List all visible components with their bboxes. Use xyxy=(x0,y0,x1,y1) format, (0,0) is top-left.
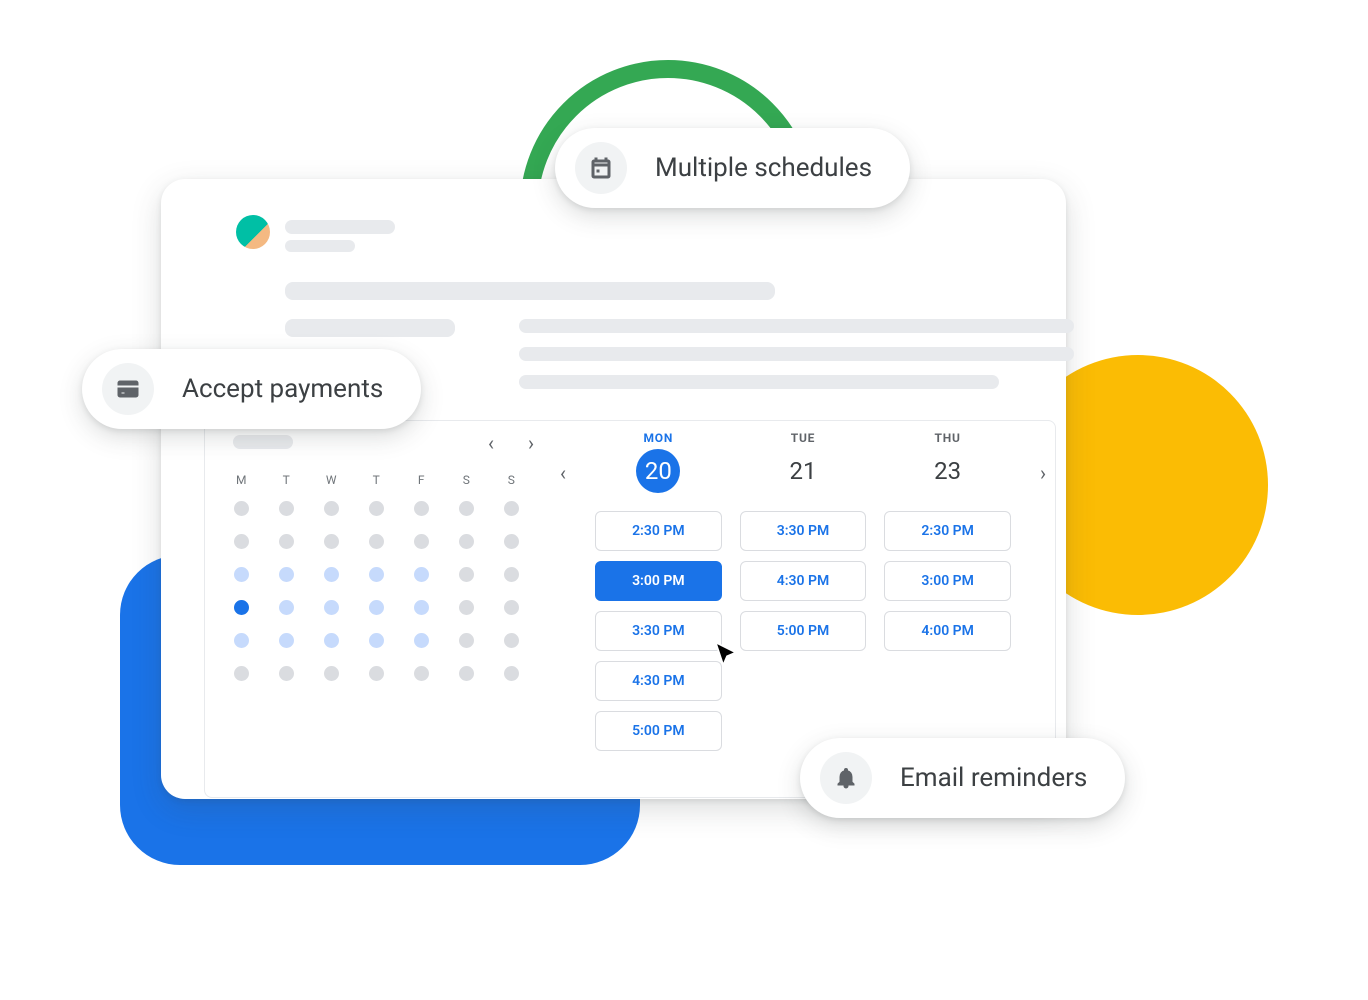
feature-chip-reminders: Email reminders xyxy=(800,738,1125,818)
weekday-label: S xyxy=(489,473,534,487)
placeholder-text xyxy=(285,319,455,337)
calendar-day-dot[interactable] xyxy=(279,534,294,549)
calendar-day-dot[interactable] xyxy=(459,501,474,516)
time-slot-list: 3:30 PM 4:30 PM 5:00 PM xyxy=(740,511,867,651)
calendar-day-dot[interactable] xyxy=(234,567,249,582)
feature-chip-label: Accept payments xyxy=(182,374,383,404)
placeholder-text xyxy=(285,282,775,300)
placeholder-text xyxy=(285,220,395,234)
day-weekday: THU xyxy=(935,431,961,445)
day-number[interactable]: 21 xyxy=(781,449,825,493)
calendar-day-dot[interactable] xyxy=(414,501,429,516)
calendar-day-dot[interactable] xyxy=(414,600,429,615)
placeholder-text xyxy=(519,375,999,389)
calendar-day-dot[interactable] xyxy=(369,666,384,681)
calendar-day-dot[interactable] xyxy=(279,501,294,516)
calendar-day-dot[interactable] xyxy=(459,534,474,549)
mini-calendar-nav: ‹ › xyxy=(488,431,534,455)
scheduling-card: ‹ › MTWTFSS ‹ › MON202:30 PM3:00 PM3:30 … xyxy=(161,179,1066,799)
calendar-day-dot[interactable] xyxy=(324,600,339,615)
calendar-day-dot[interactable] xyxy=(279,600,294,615)
weekday-label: F xyxy=(399,473,444,487)
calendar-day-dot[interactable] xyxy=(279,666,294,681)
calendar-icon xyxy=(575,142,627,194)
mini-calendar-grid[interactable] xyxy=(219,501,534,681)
calendar-day-dot[interactable] xyxy=(369,534,384,549)
placeholder-text xyxy=(285,240,355,252)
calendar-day-dot[interactable] xyxy=(324,534,339,549)
time-slot[interactable]: 3:30 PM xyxy=(740,511,867,551)
calendar-day-dot[interactable] xyxy=(414,633,429,648)
calendar-day-dot[interactable] xyxy=(504,501,519,516)
calendar-day-dot[interactable] xyxy=(459,633,474,648)
time-slot[interactable]: 4:30 PM xyxy=(595,661,722,701)
time-slot[interactable]: 4:00 PM xyxy=(884,611,1011,651)
mini-calendar-weekdays: MTWTFSS xyxy=(219,473,534,487)
time-slot[interactable]: 4:30 PM xyxy=(740,561,867,601)
feature-chip-schedules: Multiple schedules xyxy=(555,128,910,208)
placeholder-text xyxy=(519,319,1074,333)
day-weekday: TUE xyxy=(791,431,816,445)
time-slot-list: 2:30 PM 3:00 PM 3:30 PM 4:30 PM 5:00 PM xyxy=(595,511,722,751)
time-slot[interactable]: 5:00 PM xyxy=(740,611,867,651)
calendar-day-dot[interactable] xyxy=(414,567,429,582)
calendar-day-dot[interactable] xyxy=(279,633,294,648)
calendar-day-dot[interactable] xyxy=(504,534,519,549)
time-slot[interactable]: 3:30 PM xyxy=(595,611,722,651)
calendar-day-dot[interactable] xyxy=(234,666,249,681)
calendar-day-dot[interactable] xyxy=(369,600,384,615)
weekday-label: M xyxy=(219,473,264,487)
calendar-day-dot[interactable] xyxy=(414,534,429,549)
calendar-day-dot[interactable] xyxy=(234,501,249,516)
calendar-day-dot[interactable] xyxy=(414,666,429,681)
calendar-day-dot[interactable] xyxy=(324,666,339,681)
chevron-left-icon[interactable]: ‹ xyxy=(560,461,566,485)
day-number[interactable]: 20 xyxy=(636,449,680,493)
day-weekday: MON xyxy=(644,431,674,445)
calendar-day-dot[interactable] xyxy=(459,567,474,582)
time-slot[interactable]: 5:00 PM xyxy=(595,711,722,751)
bell-icon xyxy=(820,752,872,804)
calendar-day-dot[interactable] xyxy=(234,534,249,549)
weekday-label: S xyxy=(444,473,489,487)
credit-card-icon xyxy=(102,363,154,415)
weekday-label: W xyxy=(309,473,354,487)
calendar-day-dot[interactable] xyxy=(504,600,519,615)
time-slot[interactable]: 3:00 PM xyxy=(884,561,1011,601)
time-slot[interactable]: 2:30 PM xyxy=(884,511,1011,551)
calendar-day-dot[interactable] xyxy=(504,666,519,681)
calendar-day-dot[interactable] xyxy=(459,666,474,681)
feature-chip-label: Email reminders xyxy=(900,763,1087,793)
calendar-day-dot[interactable] xyxy=(234,633,249,648)
calendar-day-dot[interactable] xyxy=(324,501,339,516)
calendar-day-dot[interactable] xyxy=(504,567,519,582)
day-column: MON 20 2:30 PM 3:00 PM 3:30 PM 4:30 PM 5:00 PM xyxy=(595,431,722,797)
calendar-day-dot[interactable] xyxy=(279,567,294,582)
chevron-right-icon[interactable]: › xyxy=(528,431,534,455)
feature-chip-payments: Accept payments xyxy=(82,349,421,429)
calendar-day-dot[interactable] xyxy=(369,501,384,516)
calendar-day-dot[interactable] xyxy=(504,633,519,648)
weekday-label: T xyxy=(354,473,399,487)
avatar xyxy=(236,215,270,249)
calendar-day-dot[interactable] xyxy=(234,600,249,615)
chevron-left-icon[interactable]: ‹ xyxy=(488,431,494,455)
time-slot[interactable]: 2:30 PM xyxy=(595,511,722,551)
day-number[interactable]: 23 xyxy=(926,449,970,493)
time-slot[interactable]: 3:00 PM xyxy=(595,561,722,601)
calendar-day-dot[interactable] xyxy=(369,633,384,648)
chevron-right-icon[interactable]: › xyxy=(1040,461,1046,485)
feature-chip-label: Multiple schedules xyxy=(655,153,872,183)
mini-calendar-month xyxy=(233,435,293,449)
calendar-day-dot[interactable] xyxy=(324,633,339,648)
time-slot-list: 2:30 PM 3:00 PM 4:00 PM xyxy=(884,511,1011,651)
placeholder-text xyxy=(519,347,1074,361)
calendar-day-dot[interactable] xyxy=(459,600,474,615)
calendar-day-dot[interactable] xyxy=(369,567,384,582)
weekday-label: T xyxy=(264,473,309,487)
calendar-day-dot[interactable] xyxy=(324,567,339,582)
